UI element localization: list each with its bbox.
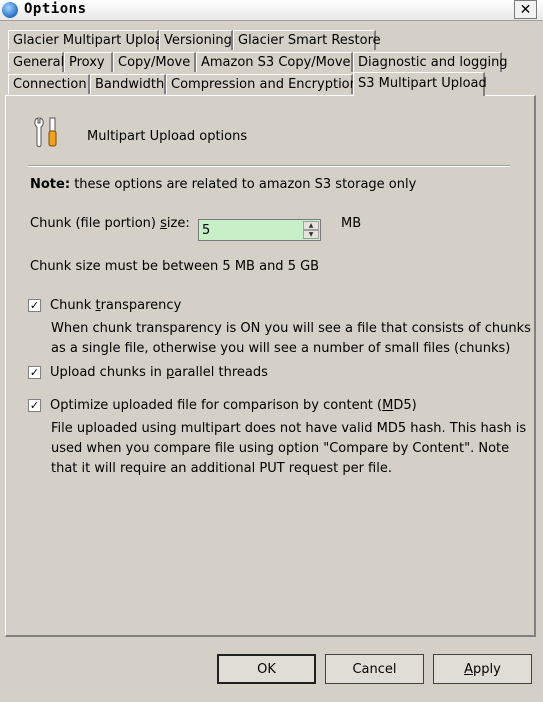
tab-diagnostic-and-logging[interactable]: Diagnostic and logging bbox=[353, 52, 508, 72]
panel-header: Multipart Upload options bbox=[87, 129, 248, 144]
tab-copy-move[interactable]: Copy/Move bbox=[113, 52, 196, 72]
description-line: used when you compare file using option … bbox=[51, 441, 510, 456]
window-title: Options bbox=[24, 1, 87, 17]
optimize-md5-description: File uploaded using multipart does not h… bbox=[51, 419, 526, 479]
cancel-button[interactable]: Cancel bbox=[325, 654, 424, 684]
upload-parallel-checkbox[interactable]: ✓ bbox=[28, 366, 41, 379]
close-button[interactable]: ✕ bbox=[514, 0, 537, 19]
upload-parallel-label: Upload chunks in parallel threads bbox=[50, 365, 268, 380]
tab-proxy[interactable]: Proxy bbox=[64, 52, 113, 72]
tab-glacier-multipart-upload[interactable]: Glacier Multipart Upload bbox=[8, 30, 171, 50]
tools-icon bbox=[34, 117, 57, 147]
chunk-size-input[interactable] bbox=[199, 220, 307, 240]
tab-s3-multipart-upload[interactable]: S3 Multipart Upload bbox=[353, 72, 487, 96]
chunk-transparency-description: When chunk transparency is ON you will s… bbox=[51, 319, 531, 359]
tab-connection[interactable]: Connection bbox=[8, 74, 90, 94]
chunk-size-unit: MB bbox=[341, 216, 362, 231]
tab-glacier-smart-restore[interactable]: Glacier Smart Restore bbox=[233, 30, 381, 50]
tab-bandwidth[interactable]: Bandwidth bbox=[90, 74, 166, 94]
description-line: When chunk transparency is ON you will s… bbox=[51, 321, 531, 336]
close-icon: ✕ bbox=[519, 1, 532, 18]
chunk-transparency-label: Chunk transparency bbox=[50, 298, 182, 313]
ok-button[interactable]: OK bbox=[217, 654, 316, 684]
spin-down-arrow-icon[interactable]: ▼ bbox=[303, 230, 319, 239]
apply-button[interactable]: Apply bbox=[433, 654, 532, 684]
tab-versioning[interactable]: Versioning bbox=[159, 30, 233, 50]
spin-up-arrow-icon[interactable]: ▲ bbox=[303, 221, 319, 230]
note-label: Note: bbox=[30, 177, 71, 192]
chunk-size-label: Chunk (file portion) size: bbox=[30, 216, 190, 231]
optimize-md5-label: Optimize uploaded file for comparison by… bbox=[50, 398, 417, 413]
tab-amazon-s3-copy-move[interactable]: Amazon S3 Copy/Move bbox=[196, 52, 353, 72]
description-line: File uploaded using multipart does not h… bbox=[51, 421, 527, 436]
optimize-md5-checkbox[interactable]: ✓ bbox=[28, 399, 41, 412]
chunk-transparency-checkbox[interactable]: ✓ bbox=[28, 299, 41, 312]
description-line: that it will require an additional PUT r… bbox=[51, 461, 392, 476]
note-row: Note: these options are related to amazo… bbox=[30, 177, 416, 192]
chunk-size-spinner[interactable]: ▲ ▼ bbox=[198, 219, 321, 241]
title-bar: Options ✕ bbox=[0, 0, 543, 21]
tab-general[interactable]: General bbox=[8, 52, 64, 72]
header-divider bbox=[28, 165, 510, 167]
tab-compression-and-encryption[interactable]: Compression and Encryption bbox=[166, 74, 358, 94]
app-globe-icon bbox=[2, 2, 18, 18]
note-text: these options are related to amazon S3 s… bbox=[74, 177, 417, 192]
chunk-size-hint: Chunk size must be between 5 MB and 5 GB bbox=[30, 259, 320, 274]
description-line: as a single file, otherwise you will see… bbox=[51, 341, 511, 356]
